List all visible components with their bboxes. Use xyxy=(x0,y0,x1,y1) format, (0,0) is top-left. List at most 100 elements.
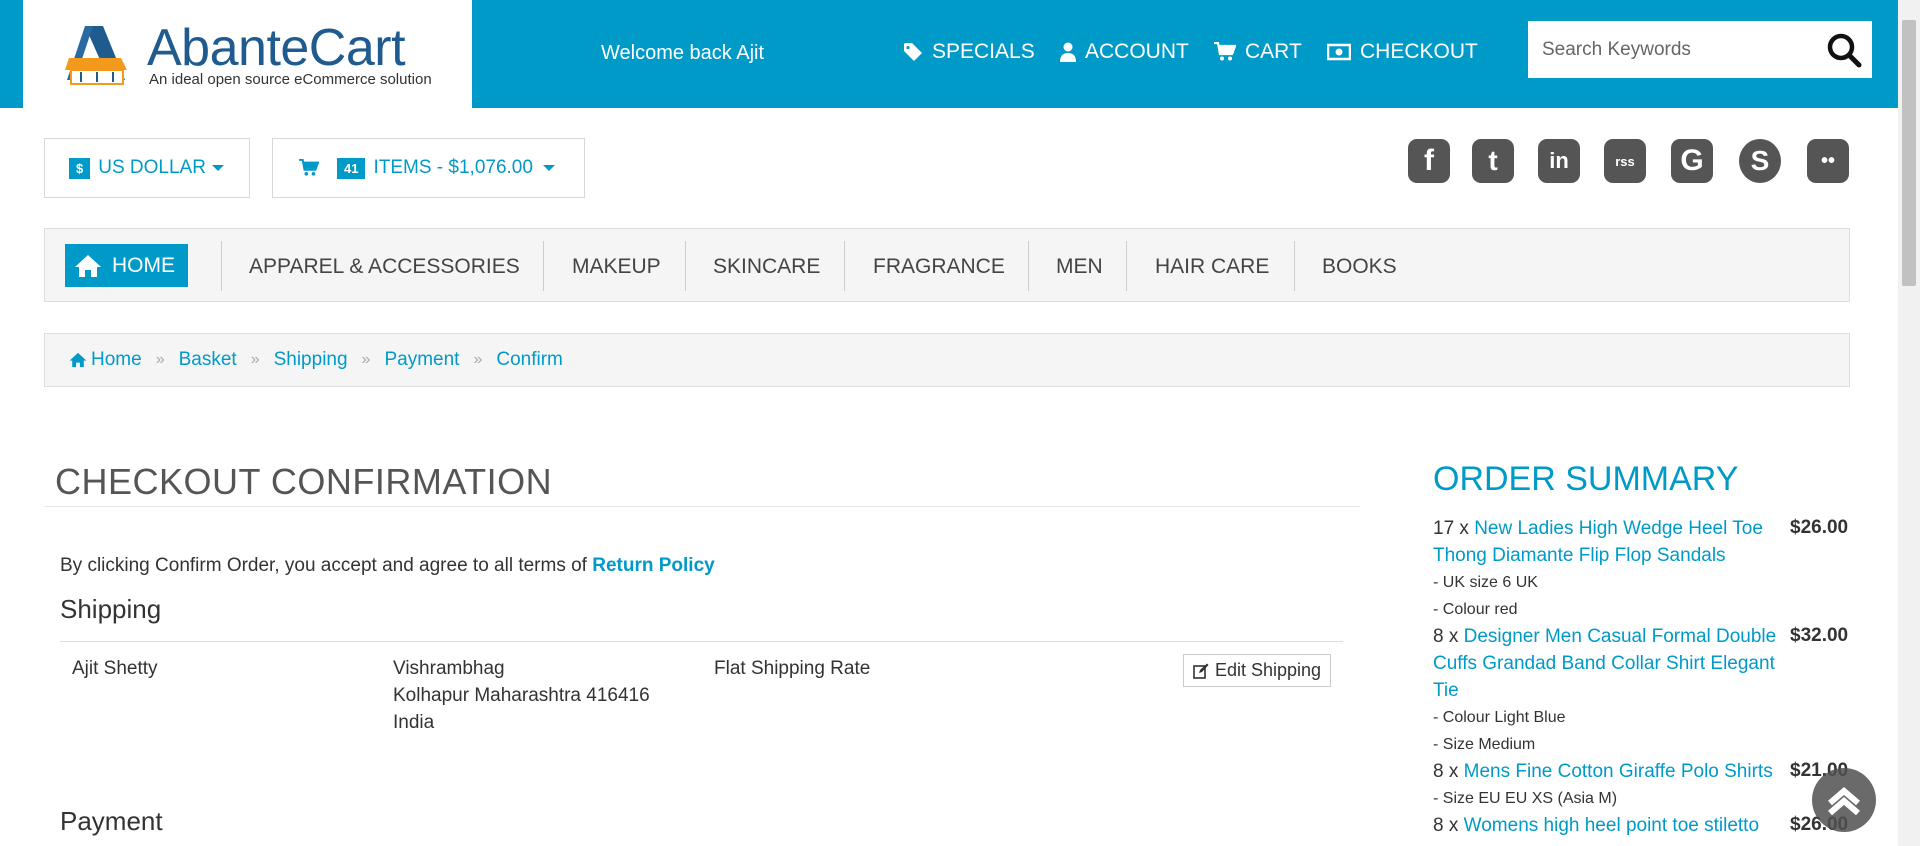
item-name-link[interactable]: Designer Men Casual Formal Double xyxy=(1464,626,1777,647)
linkedin-icon[interactable]: in xyxy=(1538,139,1580,183)
nav-cart[interactable]: CART xyxy=(1214,40,1302,64)
breadcrumb-separator-icon: » xyxy=(155,351,165,368)
home-icon xyxy=(69,352,87,368)
item-name-link[interactable]: Cuffs Grandad Band Collar Shirt Elegant xyxy=(1433,653,1775,674)
summary-item: 8 x Mens Fine Cotton Giraffe Polo Shirts xyxy=(1433,758,1793,785)
menu-fragrance[interactable]: FRAGRANCE xyxy=(873,255,1005,279)
item-price: $32.00 xyxy=(1790,625,1849,646)
nav-specials-label: SPECIALS xyxy=(932,40,1035,63)
search-input[interactable] xyxy=(1542,35,1822,65)
item-quantity: 8 x xyxy=(1433,626,1459,647)
rss-icon[interactable]: rss xyxy=(1604,139,1646,183)
edit-shipping-label: Edit Shipping xyxy=(1214,660,1322,680)
item-name-link[interactable]: Mens Fine Cotton Giraffe Polo Shirts xyxy=(1464,761,1773,782)
cart-total-label: ITEMS - $1,076.00 xyxy=(373,157,533,178)
summary-item: 8 x Womens high heel point toe stiletto xyxy=(1433,812,1793,839)
back-to-top-button[interactable] xyxy=(1812,768,1876,832)
chevron-down-icon xyxy=(211,165,224,171)
currency-symbol: $ xyxy=(69,157,91,179)
skype-icon[interactable]: S xyxy=(1739,139,1781,183)
item-quantity: 8 x xyxy=(1433,815,1459,836)
page-scrollbar[interactable] xyxy=(1898,0,1920,846)
divider xyxy=(1028,241,1029,291)
divider xyxy=(543,241,544,291)
logo-link[interactable]: AbanteCart An ideal open source eCommerc… xyxy=(23,0,472,108)
breadcrumb-separator-icon: » xyxy=(361,351,371,368)
terms-text: By clicking Confirm Order, you accept an… xyxy=(60,555,587,576)
item-quantity: 8 x xyxy=(1433,761,1459,782)
summary-item: 8 x Designer Men Casual Formal Double Cu… xyxy=(1433,623,1793,704)
tag-icon xyxy=(904,43,922,61)
item-name-link[interactable]: New Ladies High Wedge Heel Toe xyxy=(1474,518,1763,539)
logo-icon xyxy=(65,26,127,85)
edit-shipping-button[interactable]: Edit Shipping xyxy=(1183,654,1331,687)
chevron-up-icon xyxy=(1828,787,1860,815)
chevron-down-icon xyxy=(542,165,555,171)
nav-checkout-label: CHECKOUT xyxy=(1360,40,1478,63)
item-option: - UK size 6 UK xyxy=(1433,574,1538,591)
shipping-name: Ajit Shetty xyxy=(72,658,158,679)
payment-heading: Payment xyxy=(60,806,163,836)
breadcrumb-separator-icon: » xyxy=(250,351,260,368)
item-quantity: 17 x xyxy=(1433,518,1469,539)
scrollbar-thumb[interactable] xyxy=(1902,20,1916,286)
nav-cart-label: CART xyxy=(1245,40,1302,63)
menu-skincare[interactable]: SKINCARE xyxy=(713,255,820,279)
item-name-link[interactable]: Tie xyxy=(1433,680,1459,701)
breadcrumb: Home » Basket » Shipping » Payment » Con… xyxy=(44,333,1850,387)
flickr-icon[interactable]: •• xyxy=(1807,139,1849,183)
shipping-method: Flat Shipping Rate xyxy=(714,658,871,679)
item-name-link[interactable]: Thong Diamante Flip Flop Sandals xyxy=(1433,545,1726,566)
divider xyxy=(1126,241,1127,291)
google-icon[interactable]: G xyxy=(1671,139,1713,183)
return-policy-link[interactable]: Return Policy xyxy=(592,555,714,576)
address-line: India xyxy=(393,712,435,733)
shipping-address: Vishrambhag Kolhapur Maharashtra 416416 … xyxy=(393,655,650,736)
nav-specials[interactable]: SPECIALS xyxy=(903,40,1035,64)
breadcrumb-basket[interactable]: Basket xyxy=(179,349,237,371)
currency-label: US DOLLAR xyxy=(98,157,206,178)
terms-notice: By clicking Confirm Order, you accept an… xyxy=(60,555,715,577)
nav-account-label: ACCOUNT xyxy=(1085,40,1189,63)
cart-icon xyxy=(1214,42,1236,61)
menu-makeup[interactable]: MAKEUP xyxy=(572,255,661,279)
cart-icon xyxy=(299,159,319,176)
nav-account[interactable]: ACCOUNT xyxy=(1060,40,1189,64)
menu-home-label: HOME xyxy=(112,253,175,277)
item-name-link[interactable]: Womens high heel point toe stiletto xyxy=(1464,815,1759,836)
facebook-icon[interactable]: f xyxy=(1408,139,1450,183)
breadcrumb-shipping[interactable]: Shipping xyxy=(274,349,348,371)
twitter-icon[interactable]: t xyxy=(1472,139,1514,183)
menu-hair-care[interactable]: HAIR CARE xyxy=(1155,255,1269,279)
item-option: - Colour red xyxy=(1433,601,1518,618)
nav-checkout[interactable]: CHECKOUT xyxy=(1327,40,1478,64)
breadcrumb-home[interactable]: Home xyxy=(91,349,142,371)
top-header-bar: AbanteCart An ideal open source eCommerc… xyxy=(0,0,1898,108)
item-option: - Size Medium xyxy=(1433,736,1536,753)
menu-apparel-accessories[interactable]: APPAREL & ACCESSORIES xyxy=(249,255,520,279)
breadcrumb-payment[interactable]: Payment xyxy=(384,349,459,371)
divider xyxy=(844,241,845,291)
breadcrumb-separator-icon: » xyxy=(473,351,483,368)
cart-count-badge: 41 xyxy=(337,157,366,179)
edit-icon xyxy=(1193,663,1209,679)
logo-name: AbanteCart xyxy=(147,19,406,77)
divider xyxy=(685,241,686,291)
shipping-heading: Shipping xyxy=(60,594,162,624)
menu-men[interactable]: MEN xyxy=(1056,255,1103,279)
search-icon[interactable] xyxy=(1826,32,1862,68)
order-summary-title: ORDER SUMMARY xyxy=(1433,460,1739,498)
logo-tagline: An ideal open source eCommerce solution xyxy=(149,71,432,88)
breadcrumb-confirm[interactable]: Confirm xyxy=(496,349,563,371)
item-option: - Colour Light Blue xyxy=(1433,709,1566,726)
cart-dropdown[interactable]: 41 ITEMS - $1,076.00 xyxy=(272,138,585,198)
menu-books[interactable]: BOOKS xyxy=(1322,255,1397,279)
divider xyxy=(221,241,222,291)
page-title: CHECKOUT CONFIRMATION xyxy=(55,461,553,502)
menu-home[interactable]: HOME xyxy=(65,244,188,287)
welcome-message: Welcome back Ajit xyxy=(601,42,765,64)
item-option: - Size EU EU XS (Asia M) xyxy=(1433,790,1618,807)
money-icon xyxy=(1327,43,1351,61)
summary-item: 17 x New Ladies High Wedge Heel Toe Thon… xyxy=(1433,515,1793,569)
currency-dropdown[interactable]: $ US DOLLAR xyxy=(44,138,250,198)
